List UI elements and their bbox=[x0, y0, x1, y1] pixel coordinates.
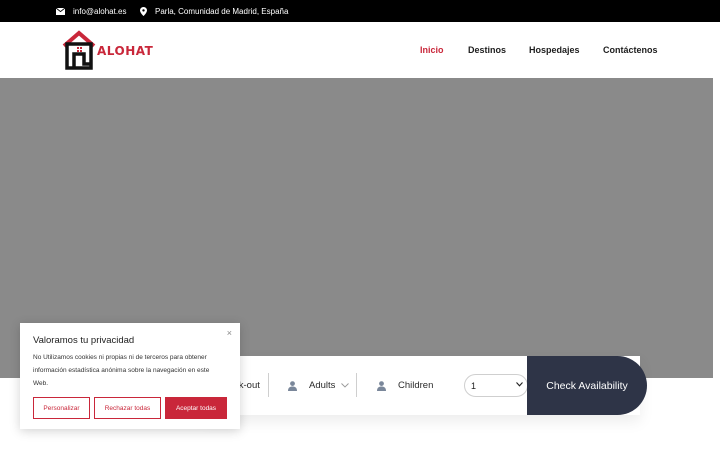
nav-link-hospedajes[interactable]: Hospedajes bbox=[529, 45, 580, 55]
nav-item-contactenos[interactable]: Contáctenos bbox=[603, 22, 658, 78]
children-select[interactable]: 1 bbox=[464, 374, 528, 397]
children-select-value: 1 bbox=[471, 380, 477, 391]
cookie-banner: Valoramos tu privacidad × No Utilizamos … bbox=[20, 323, 240, 429]
cookie-text: No Utilizamos cookies ni propias ni de t… bbox=[33, 354, 210, 387]
children-label: Children bbox=[398, 380, 434, 391]
logo-wordmark: ALOHAT bbox=[97, 44, 154, 58]
check-availability-button[interactable]: Check Availability bbox=[527, 356, 647, 415]
email-text[interactable]: info@alohat.es bbox=[73, 7, 127, 16]
adults-label: Adults bbox=[309, 380, 336, 391]
nav-link-destinos[interactable]: Destinos bbox=[468, 45, 506, 55]
chevron-down-icon bbox=[341, 383, 350, 388]
nav-link-contactenos[interactable]: Contáctenos bbox=[603, 45, 658, 55]
chevron-down-icon bbox=[516, 382, 523, 387]
map-pin-icon bbox=[140, 6, 147, 16]
adults-field[interactable]: Adults bbox=[288, 356, 350, 415]
person-icon bbox=[377, 380, 386, 391]
location-text: Parla, Comunidad de Madrid, España bbox=[155, 6, 289, 16]
cookie-title: Valoramos tu privacidad bbox=[33, 335, 135, 346]
booking-divider bbox=[356, 373, 357, 397]
nav-item-hospedajes[interactable]: Hospedajes bbox=[529, 22, 580, 78]
reject-all-button[interactable]: Rechazar todas bbox=[94, 397, 161, 419]
accept-all-button[interactable]: Aceptar todas bbox=[165, 397, 227, 419]
page-edge bbox=[713, 78, 720, 378]
house-logo-icon bbox=[62, 30, 96, 70]
personalize-button[interactable]: Personalizar bbox=[33, 397, 90, 419]
children-field[interactable]: Children bbox=[377, 356, 433, 415]
envelope-icon bbox=[56, 7, 65, 15]
nav-item-inicio[interactable]: Inicio bbox=[420, 22, 444, 78]
nav-item-destinos[interactable]: Destinos bbox=[468, 22, 506, 78]
topbar-email[interactable]: info@alohat.es bbox=[56, 0, 127, 22]
booking-divider bbox=[268, 373, 269, 397]
close-icon[interactable]: × bbox=[227, 328, 232, 338]
person-icon bbox=[288, 380, 297, 391]
nav-link-inicio[interactable]: Inicio bbox=[420, 45, 444, 55]
topbar-location: Parla, Comunidad de Madrid, España bbox=[140, 0, 288, 22]
top-bar: info@alohat.es Parla, Comunidad de Madri… bbox=[0, 0, 720, 22]
site-logo[interactable]: ALOHAT bbox=[62, 30, 154, 70]
